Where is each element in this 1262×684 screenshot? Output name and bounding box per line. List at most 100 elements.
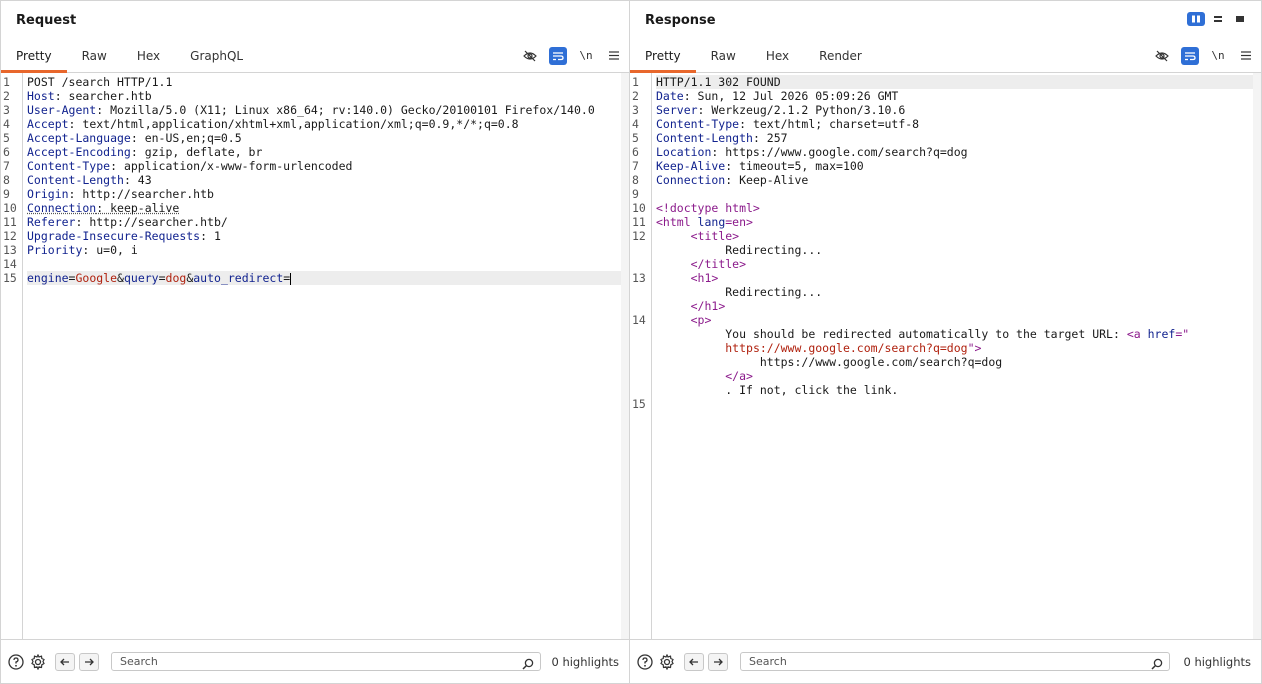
highlights-count: 0 highlights — [1183, 654, 1251, 669]
header-value: : u=0, i — [82, 243, 138, 257]
response-line: Redirecting... — [656, 285, 1261, 299]
response-code[interactable]: HTTP/1.1 302 FOUND Date: Sun, 12 Jul 202… — [652, 73, 1261, 639]
request-tab-pretty[interactable]: Pretty — [1, 39, 67, 73]
header-key: Accept-Encoding — [27, 145, 131, 159]
settings-gear-icon[interactable] — [29, 653, 47, 671]
hide-eye-icon[interactable] — [521, 47, 539, 65]
html-text: . If not, click the link. — [725, 383, 899, 397]
help-icon[interactable] — [7, 653, 25, 671]
previous-arrow-icon[interactable] — [55, 652, 75, 671]
line-number: 6 — [3, 145, 10, 159]
response-line: </title> — [656, 257, 1261, 271]
line-number: 1 — [632, 75, 639, 89]
html-tag: </title> — [690, 257, 747, 271]
request-line: Referer: http://searcher.htb/ — [27, 215, 629, 229]
menu-icon[interactable] — [605, 47, 623, 65]
line-number: 14 — [3, 257, 17, 271]
line-number — [630, 383, 651, 397]
newline-toggle[interactable]: \n — [1209, 47, 1227, 65]
request-tab-graphql[interactable]: GraphQL — [175, 39, 258, 72]
line-number — [630, 327, 651, 341]
response-editor[interactable]: 1 2 3 4 5 6 7 8 9 10 11 12 13 14 15 HTTP… — [630, 73, 1261, 639]
request-footer: 0 highlights — [1, 639, 629, 683]
line-number: 9 — [3, 187, 10, 201]
line-number — [630, 299, 651, 313]
response-tab-render[interactable]: Render — [804, 39, 877, 72]
settings-gear-icon[interactable] — [658, 653, 676, 671]
help-icon[interactable] — [636, 653, 654, 671]
line-number — [630, 257, 651, 271]
request-editor[interactable]: 1 2 3 4 5 6 7 8 9 10 11 12 13 14 15 POST… — [1, 73, 629, 639]
request-search-input[interactable] — [112, 653, 540, 670]
header-key: Date — [656, 89, 684, 103]
menu-icon[interactable] — [1237, 47, 1255, 65]
response-line: Keep-Alive: timeout=5, max=100 — [656, 159, 1261, 173]
response-tab-pretty[interactable]: Pretty — [630, 39, 696, 73]
layout-side-by-side-icon[interactable] — [1187, 12, 1205, 26]
hide-eye-icon[interactable] — [1153, 47, 1171, 65]
wrap-lines-icon[interactable] — [549, 46, 567, 65]
request-line: Accept: text/html,application/xhtml+xml,… — [27, 117, 629, 131]
html-tag: <title> — [690, 229, 740, 243]
line-number: 11 — [632, 215, 646, 229]
response-search-input[interactable] — [741, 653, 1169, 670]
highlights-count: 0 highlights — [551, 654, 619, 669]
request-code[interactable]: POST /search HTTP/1.1 Host: searcher.htb… — [23, 73, 629, 639]
header-value: : http://searcher.htb/ — [75, 215, 228, 229]
search-icon[interactable] — [522, 655, 534, 674]
line-number: 2 — [632, 89, 639, 103]
line-number — [630, 285, 651, 299]
text-caret — [290, 272, 292, 285]
param-key: query — [123, 271, 159, 285]
param-key: engine — [27, 271, 69, 285]
request-search-box — [111, 652, 541, 671]
response-line: Connection: Keep-Alive — [656, 173, 1261, 187]
layout-single-icon[interactable] — [1231, 12, 1249, 26]
html-tag: =" — [1175, 327, 1190, 341]
response-line: </h1> — [656, 299, 1261, 313]
line-number: 14 — [632, 313, 646, 327]
line-number: 8 — [632, 173, 639, 187]
header-value: : gzip, deflate, br — [130, 145, 263, 159]
response-panel: Response Pretty Raw Hex Render \n 1 2 3 … — [630, 1, 1261, 683]
previous-arrow-icon[interactable] — [684, 652, 704, 671]
request-tab-raw[interactable]: Raw — [67, 39, 122, 72]
header-key: Connection — [656, 173, 726, 187]
header-value: : searcher.htb — [54, 89, 152, 103]
header-value: : application/x-www-form-urlencoded — [110, 159, 353, 173]
response-tab-hex[interactable]: Hex — [751, 39, 804, 72]
response-tab-raw[interactable]: Raw — [696, 39, 751, 72]
response-gutter: 1 2 3 4 5 6 7 8 9 10 11 12 13 14 15 — [630, 73, 652, 639]
request-line: POST /search HTTP/1.1 — [27, 75, 629, 89]
request-header: Request — [1, 1, 629, 39]
header-value: : https://www.google.com/search?q=dog — [711, 145, 968, 159]
response-tools: \n — [1153, 39, 1255, 72]
next-arrow-icon[interactable] — [79, 652, 99, 671]
response-header: Response — [630, 1, 1261, 39]
repeater-view: Request Pretty Raw Hex GraphQL \n 1 2 3 … — [0, 0, 1262, 684]
newline-toggle[interactable]: \n — [577, 47, 595, 65]
header-key: Upgrade-Insecure-Requests — [27, 229, 201, 243]
response-line: HTTP/1.1 302 FOUND — [656, 75, 1253, 89]
line-number: 6 — [632, 145, 639, 159]
line-number: 7 — [632, 159, 639, 173]
status-line: HTTP/1.1 302 FOUND — [656, 75, 781, 89]
response-scrollbar[interactable] — [1253, 73, 1261, 639]
response-line: Date: Sun, 12 Jul 2026 05:09:26 GMT — [656, 89, 1261, 103]
layout-stacked-icon[interactable] — [1209, 12, 1227, 26]
response-line: . If not, click the link. — [656, 383, 1261, 397]
header-key: Origin — [27, 187, 69, 201]
response-line: <p> — [656, 313, 1261, 327]
wrap-lines-icon[interactable] — [1181, 46, 1199, 65]
response-line-empty — [656, 397, 1261, 411]
line-number: 10 — [632, 201, 646, 215]
request-tab-hex[interactable]: Hex — [122, 39, 175, 72]
header-value: : Mozilla/5.0 (X11; Linux x86_64; rv:140… — [96, 103, 595, 117]
request-body-line[interactable]: engine=Google&query=dog&auto_redirect= — [27, 271, 621, 285]
search-icon[interactable] — [1151, 655, 1163, 674]
request-line: Upgrade-Insecure-Requests: 1 — [27, 229, 629, 243]
header-key: Host — [27, 89, 55, 103]
next-arrow-icon[interactable] — [708, 652, 728, 671]
request-scrollbar[interactable] — [621, 73, 629, 639]
html-attr: lang — [697, 215, 726, 229]
